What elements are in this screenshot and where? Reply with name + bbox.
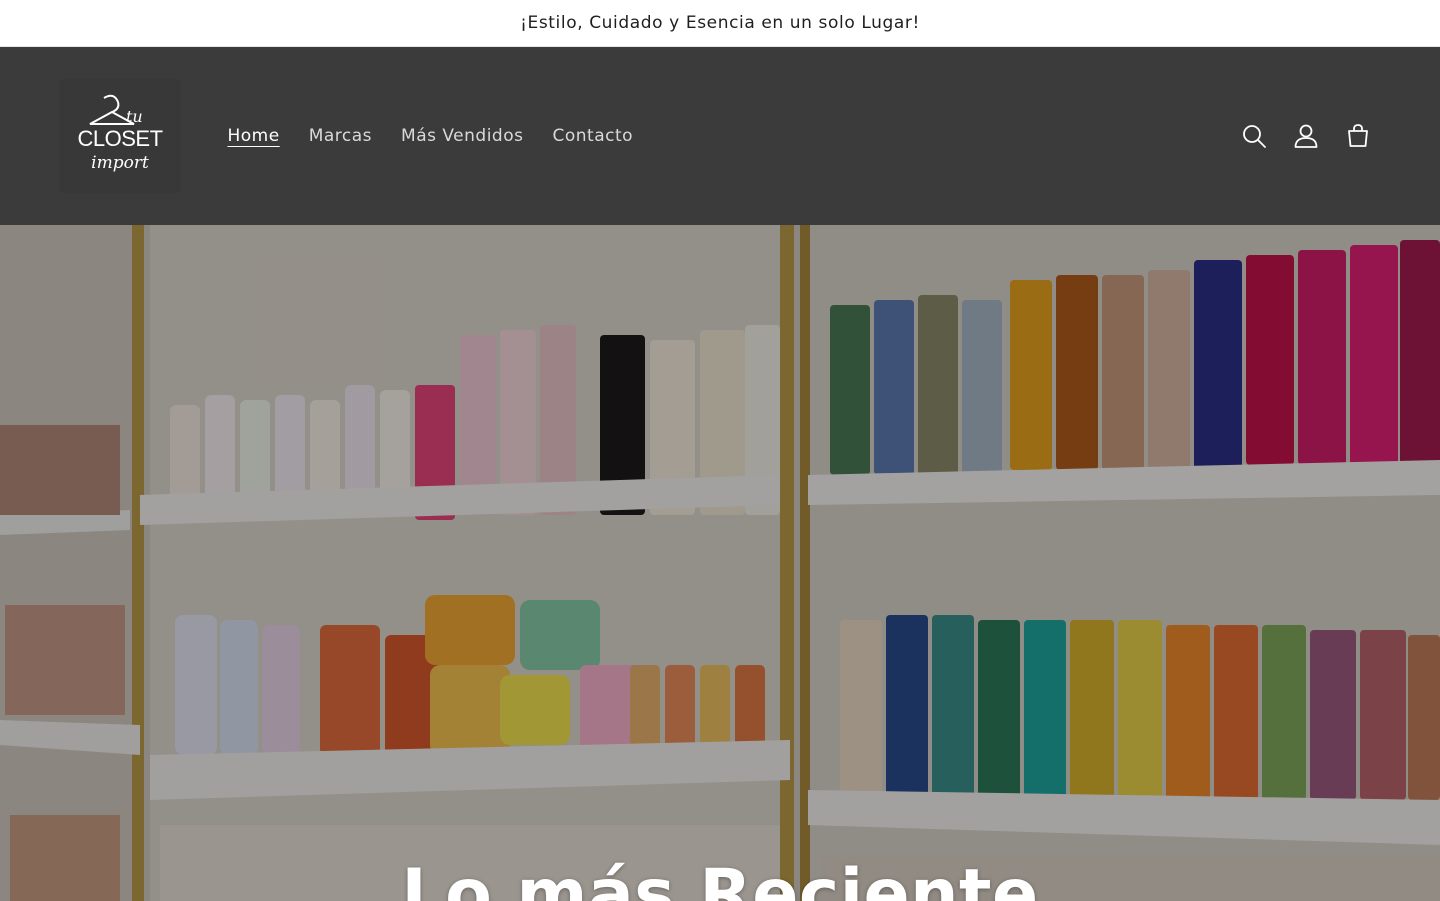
hero-overlay xyxy=(0,225,1440,901)
store-logo[interactable]: tu CLOSET import xyxy=(59,79,181,193)
cart-icon xyxy=(1348,124,1368,147)
announcement-text: ¡Estilo, Cuidado y Esencia en un solo Lu… xyxy=(520,13,920,33)
announcement-bar: ¡Estilo, Cuidado y Esencia en un solo Lu… xyxy=(0,0,1440,47)
nav-mas-vendidos[interactable]: Más Vendidos xyxy=(387,118,538,154)
nav-contacto[interactable]: Contacto xyxy=(538,118,648,154)
hero-banner: Lo más Reciente xyxy=(0,225,1440,901)
account-button[interactable] xyxy=(1284,114,1328,158)
main-nav: Home Marcas Más Vendidos Contacto xyxy=(213,47,648,225)
nav-marcas[interactable]: Marcas xyxy=(294,118,386,154)
cart-button[interactable] xyxy=(1336,114,1380,158)
logo-word-import: import xyxy=(91,153,149,173)
logo-word-closet: CLOSET xyxy=(77,126,162,151)
search-icon xyxy=(1243,125,1266,148)
nav-home[interactable]: Home xyxy=(213,118,294,154)
logo-word-tu: tu xyxy=(126,107,143,126)
hero-title: Lo más Reciente xyxy=(401,854,1039,901)
search-button[interactable] xyxy=(1232,114,1276,158)
site-header: tu CLOSET import Home Marcas Más Vendido… xyxy=(0,47,1440,225)
account-icon xyxy=(1294,124,1318,148)
logo-mark: tu CLOSET import xyxy=(77,94,163,173)
header-icons xyxy=(1232,47,1380,225)
